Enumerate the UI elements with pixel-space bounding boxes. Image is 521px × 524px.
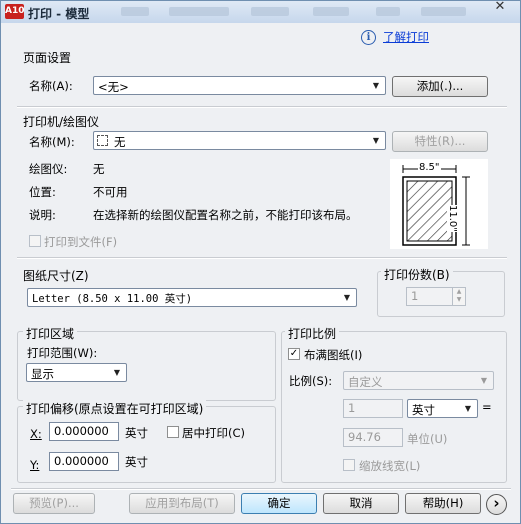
expand-options-icon[interactable]: › (486, 494, 507, 515)
equals-sign: = (482, 400, 492, 414)
offset-x-unit: 英寸 (125, 426, 148, 440)
center-plot-checkbox[interactable] (167, 426, 179, 438)
blurred-background-area (376, 7, 400, 16)
print-to-file-label: 打印到文件(F) (44, 235, 118, 249)
chevron-down-icon: ▼ (372, 81, 380, 90)
copies-section-title: 打印份数(B) (381, 266, 453, 283)
printer-name-value: 无 (114, 135, 126, 149)
blurred-background-area (169, 7, 229, 16)
printer-icon (97, 135, 108, 146)
blurred-background-area (421, 7, 466, 16)
plot-offset-group (17, 406, 276, 483)
scale-unit-value: 英寸 (412, 403, 435, 417)
chevron-down-icon: ▼ (343, 293, 351, 302)
plot-range-value: 显示 (31, 367, 54, 381)
page-setup-name-value: <无> (98, 80, 129, 94)
description-label: 说明: (29, 208, 56, 222)
fit-to-paper-checkbox[interactable]: ✓ (288, 348, 300, 360)
printer-name-dropdown[interactable]: 无 ▼ (93, 131, 386, 150)
scale-value2-input[interactable]: 94.76 (343, 428, 403, 447)
preview-button[interactable]: 预览(P)... (13, 493, 95, 514)
offset-x-input[interactable]: 0.000000 (49, 422, 119, 441)
paper-size-section-title: 图纸尺寸(Z) (23, 269, 89, 283)
location-label: 位置: (29, 185, 56, 199)
description-value: 在选择新的绘图仪配置名称之前，不能打印该布局。 (93, 208, 358, 222)
ok-button[interactable]: 确定 (241, 493, 317, 514)
chevron-down-icon: ▼ (113, 368, 121, 377)
cancel-button[interactable]: 取消 (323, 493, 399, 514)
page-setup-section-title: 页面设置 (23, 51, 72, 65)
paper-height-label: 11.0" (447, 205, 458, 232)
paper-size-dropdown[interactable]: Letter (8.50 x 11.00 英寸) ▼ (27, 288, 357, 307)
print-to-file-checkbox[interactable] (29, 235, 41, 247)
add-page-setup-button[interactable]: 添加(.)... (392, 76, 488, 97)
apply-to-layout-button[interactable]: 应用到布局(T) (129, 493, 235, 514)
plot-area-section-title: 打印区域 (23, 325, 78, 342)
help-button[interactable]: 帮助(H) (405, 493, 481, 514)
divider (11, 488, 511, 490)
printer-section-title: 打印机/绘图仪 (23, 115, 100, 129)
scale-value: 自定义 (348, 375, 383, 389)
page-setup-name-dropdown[interactable]: <无> ▼ (93, 76, 386, 95)
learn-printing-link[interactable]: 了解打印 (383, 29, 429, 45)
fit-to-paper-label: 布满图纸(I) (304, 348, 363, 362)
offset-y-input[interactable]: 0.000000 (49, 452, 119, 471)
scale-value1-input[interactable]: 1 (343, 399, 403, 418)
scale-dropdown[interactable]: 自定义 ▼ (343, 371, 494, 390)
scale-unit-dropdown[interactable]: 英寸 ▼ (407, 399, 478, 418)
scale-lineweights-label: 缩放线宽(L) (359, 459, 421, 473)
paper-width-label: 8.5" (418, 162, 441, 173)
chevron-down-icon: ▼ (372, 136, 380, 145)
divider (17, 106, 507, 108)
chevron-down-icon: ▼ (464, 404, 472, 413)
plot-offset-section-title: 打印偏移(原点设置在可打印区域) (23, 400, 207, 417)
autocad-app-icon: A10 (5, 4, 25, 19)
offset-y-label: Y: (30, 458, 40, 472)
copies-spinner[interactable]: ▲ ▼ (452, 287, 466, 306)
location-value: 不可用 (93, 185, 128, 199)
scale-label: 比例(S): (289, 374, 333, 388)
divider (17, 257, 507, 259)
plot-range-dropdown[interactable]: 显示 ▼ (26, 363, 127, 382)
title-bar: A10 打印 - 模型 ✕ (1, 1, 520, 23)
chevron-down-icon: ▼ (480, 376, 488, 385)
offset-y-unit: 英寸 (125, 455, 148, 469)
offset-x-label: X: (30, 427, 42, 441)
print-dialog: A10 打印 - 模型 ✕ i 了解打印 页面设置 名称(A): <无> ▼ 添… (0, 0, 521, 524)
info-icon: i (361, 30, 376, 45)
printer-name-label: 名称(M): (29, 135, 75, 149)
plot-range-label: 打印范围(W): (27, 346, 98, 360)
scale-lineweights-checkbox[interactable] (343, 459, 355, 471)
blurred-background-area (313, 7, 349, 16)
close-icon[interactable]: ✕ (489, 1, 511, 15)
blurred-background-area (251, 7, 289, 16)
center-plot-label: 居中打印(C) (182, 426, 246, 440)
printer-properties-button[interactable]: 特性(R)... (392, 131, 488, 152)
blurred-background-area (121, 7, 149, 16)
paper-preview: 8.5" 11.0" (390, 159, 488, 249)
copies-input[interactable]: 1 (406, 287, 458, 306)
plotter-label: 绘图仪: (29, 162, 68, 176)
paper-size-value: Letter (8.50 x 11.00 英寸) (32, 293, 193, 305)
window-title: 打印 - 模型 (28, 7, 90, 21)
plotter-value: 无 (93, 162, 105, 176)
plot-scale-section-title: 打印比例 (285, 325, 340, 342)
scale-unit2-label: 单位(U) (407, 432, 448, 446)
page-setup-name-label: 名称(A): (29, 79, 73, 93)
